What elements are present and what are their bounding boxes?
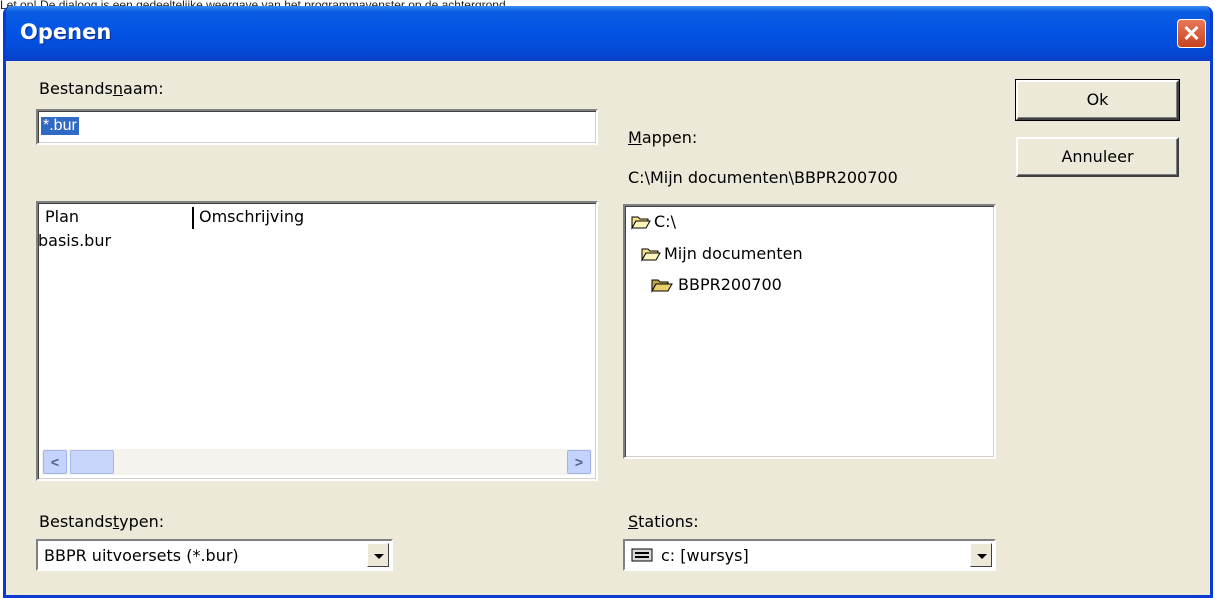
filename-input[interactable]: *.bur <box>36 109 598 145</box>
close-icon: ✕ <box>1182 21 1201 46</box>
filetype-label: Bestandstypen: <box>39 512 165 531</box>
scroll-right-button[interactable]: > <box>567 450 591 474</box>
open-dialog: Openen ✕ Bestandsnaam: *.bur Plan Omschr… <box>3 6 1213 598</box>
drive-value: c: [wursys] <box>661 546 749 565</box>
ok-button[interactable]: Ok <box>1015 79 1180 121</box>
chevron-right-icon: > <box>574 454 584 470</box>
filename-label: Bestandsnaam: <box>39 79 164 98</box>
drives-label: Stations: <box>628 512 699 531</box>
tree-item-mijn-documenten[interactable]: Mijn documenten <box>641 244 803 263</box>
current-path: C:\Mijn documenten\BBPR200700 <box>628 168 898 187</box>
horizontal-scrollbar[interactable]: < > <box>42 449 592 475</box>
chevron-left-icon: < <box>50 454 60 470</box>
scroll-left-button[interactable]: < <box>43 450 67 474</box>
column-header-plan[interactable]: Plan <box>45 207 79 226</box>
close-button[interactable]: ✕ <box>1177 19 1206 48</box>
chevron-down-icon[interactable] <box>970 543 992 567</box>
column-divider[interactable] <box>192 207 194 229</box>
cancel-button[interactable]: Annuleer <box>1016 137 1179 177</box>
open-folder-icon <box>641 248 661 262</box>
open-folder-icon <box>631 216 651 230</box>
title-bar[interactable]: Openen ✕ <box>6 6 1210 61</box>
scroll-thumb[interactable] <box>70 450 114 474</box>
tree-item-bbpr200700[interactable]: BBPR200700 <box>651 275 782 294</box>
tree-item-c-drive[interactable]: C:\ <box>631 212 676 231</box>
column-header-omschrijving[interactable]: Omschrijving <box>199 207 304 226</box>
drive-icon <box>631 548 653 562</box>
dialog-title: Openen <box>20 20 112 44</box>
filename-value: *.bur <box>41 117 79 135</box>
filetype-select[interactable]: BBPR uitvoersets (*.bur) <box>36 539 393 571</box>
open-folder-icon <box>651 279 673 293</box>
folder-tree[interactable]: C:\ Mijn documenten BBPR200700 <box>623 204 996 459</box>
file-list[interactable]: Plan Omschrijving basis.bur < > <box>36 201 598 481</box>
folders-label: Mappen: <box>628 128 698 147</box>
list-item[interactable]: basis.bur <box>38 231 111 250</box>
filetype-value: BBPR uitvoersets (*.bur) <box>44 546 239 565</box>
chevron-down-icon[interactable] <box>367 543 389 567</box>
drive-select[interactable]: c: [wursys] <box>623 539 996 571</box>
